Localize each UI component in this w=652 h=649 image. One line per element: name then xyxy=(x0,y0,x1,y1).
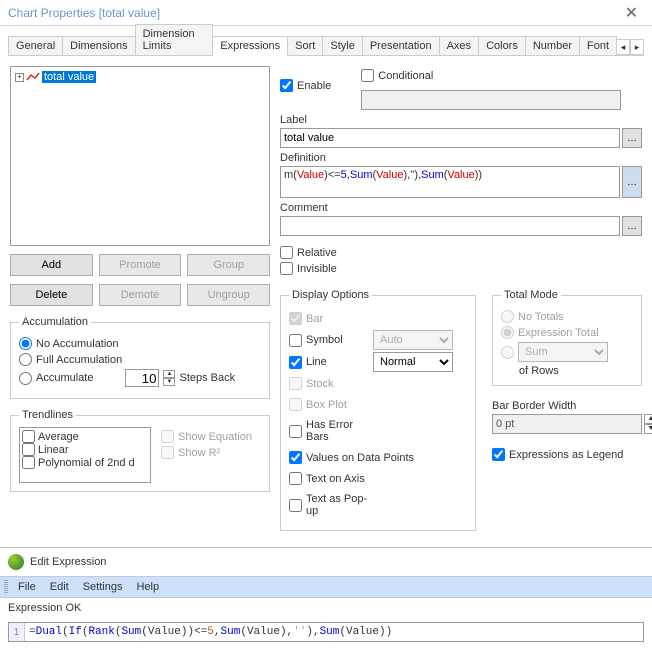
check-text-popup[interactable]: Text as Pop-up xyxy=(289,493,369,517)
label-label: Label xyxy=(280,114,642,126)
expand-icon[interactable]: + xyxy=(15,73,24,82)
accumulation-group: Accumulation No Accumulation Full Accumu… xyxy=(10,316,270,399)
trend-average[interactable]: Average xyxy=(22,430,148,443)
definition-input[interactable]: m(Value)<=5,Sum(Value),''),Sum(Value)) xyxy=(280,166,620,198)
add-button[interactable]: Add xyxy=(10,254,93,276)
bar-border-label: Bar Border Width xyxy=(492,400,642,412)
check-bar: Bar xyxy=(289,312,369,325)
menu-settings[interactable]: Settings xyxy=(83,581,123,593)
trendlines-legend: Trendlines xyxy=(19,409,76,421)
steps-up-icon[interactable]: ▲ xyxy=(163,370,175,378)
check-line[interactable]: Line xyxy=(289,356,369,369)
tab-number[interactable]: Number xyxy=(525,36,580,55)
check-box-plot: Box Plot xyxy=(289,398,369,411)
menu-help[interactable]: Help xyxy=(136,581,159,593)
radio-sum-rows xyxy=(501,346,514,359)
definition-edit-button[interactable]: … xyxy=(622,166,642,198)
line-number: 1 xyxy=(9,623,25,641)
radio-accumulate[interactable]: Accumulate xyxy=(19,372,93,385)
label-input[interactable] xyxy=(280,128,620,148)
total-func-select: Sum xyxy=(518,342,608,362)
expression-tree[interactable]: + total value xyxy=(10,66,270,246)
tab-bar: General Dimensions Dimension Limits Expr… xyxy=(8,34,644,56)
trendlines-list[interactable]: Average Linear Polynomial of 2nd d xyxy=(19,427,151,483)
expression-code[interactable]: =Dual(If(Rank(Sum(Value))<=5,Sum(Value),… xyxy=(25,626,396,638)
check-relative[interactable]: Relative xyxy=(280,246,642,259)
tab-expressions[interactable]: Expressions xyxy=(212,36,288,56)
menu-edit[interactable]: Edit xyxy=(50,581,69,593)
tab-scroll-left-icon[interactable]: ◂ xyxy=(616,39,630,55)
tab-axes[interactable]: Axes xyxy=(439,36,479,55)
radio-full-accum[interactable]: Full Accumulation xyxy=(19,353,261,366)
check-show-r2: Show R² xyxy=(161,446,261,459)
tab-general[interactable]: General xyxy=(8,36,63,55)
steps-down-icon[interactable]: ▼ xyxy=(163,378,175,386)
chart-icon xyxy=(26,72,40,82)
tab-style[interactable]: Style xyxy=(322,36,362,55)
total-mode-group: Total Mode No Totals Expression Total Su… xyxy=(492,289,642,386)
check-symbol[interactable]: Symbol xyxy=(289,334,369,347)
check-show-equation: Show Equation xyxy=(161,430,261,443)
of-rows-label: of Rows xyxy=(519,365,633,377)
check-text-axis[interactable]: Text on Axis xyxy=(289,472,369,485)
trend-poly[interactable]: Polynomial of 2nd d xyxy=(22,456,148,469)
bar-border-input xyxy=(492,414,642,434)
check-invisible[interactable]: Invisible xyxy=(280,262,642,275)
window-title: Chart Properties [total value] xyxy=(8,6,619,20)
app-icon xyxy=(8,554,24,570)
tab-dimensions[interactable]: Dimensions xyxy=(62,36,135,55)
ungroup-button: Ungroup xyxy=(187,284,270,306)
delete-button[interactable]: Delete xyxy=(10,284,93,306)
total-mode-legend: Total Mode xyxy=(501,289,561,301)
expression-status: Expression OK xyxy=(0,598,652,618)
border-up-icon: ▲ xyxy=(644,414,652,424)
expression-editor[interactable]: 1 =Dual(If(Rank(Sum(Value))<=5,Sum(Value… xyxy=(8,622,644,642)
comment-input[interactable] xyxy=(280,216,620,236)
check-error-bars[interactable]: Has Error Bars xyxy=(289,419,369,443)
check-values-on-points[interactable]: Values on Data Points xyxy=(289,451,449,464)
tab-presentation[interactable]: Presentation xyxy=(362,36,440,55)
tab-dim-limits[interactable]: Dimension Limits xyxy=(135,24,214,55)
check-enable[interactable]: Enable xyxy=(280,69,331,102)
label-edit-button[interactable]: … xyxy=(622,128,642,148)
definition-label: Definition xyxy=(280,152,642,164)
trendlines-group: Trendlines Average Linear Polynomial of … xyxy=(10,409,270,492)
editor-title: Edit Expression xyxy=(30,556,106,568)
editor-menubar: File Edit Settings Help xyxy=(0,576,652,598)
line-select[interactable]: Normal xyxy=(373,352,453,372)
display-options-group: Display Options Bar Symbol Auto Line Norma… xyxy=(280,289,476,531)
radio-no-totals: No Totals xyxy=(501,310,633,323)
tab-colors[interactable]: Colors xyxy=(478,36,526,55)
steps-label: Steps Back xyxy=(179,372,235,384)
check-conditional[interactable]: Conditional xyxy=(361,69,621,82)
radio-no-accum[interactable]: No Accumulation xyxy=(19,337,261,350)
comment-label: Comment xyxy=(280,202,642,214)
tree-item-label: total value xyxy=(42,71,96,83)
steps-stepper[interactable] xyxy=(125,369,159,387)
check-stock: Stock xyxy=(289,377,369,390)
symbol-select: Auto xyxy=(373,330,453,350)
close-icon[interactable]: ✕ xyxy=(619,3,644,23)
group-button: Group xyxy=(187,254,270,276)
conditional-input xyxy=(361,90,621,110)
tab-font[interactable]: Font xyxy=(579,36,617,55)
display-legend: Display Options xyxy=(289,289,372,301)
tab-scroll-right-icon[interactable]: ▸ xyxy=(630,39,644,55)
tab-sort[interactable]: Sort xyxy=(287,36,323,55)
menu-file[interactable]: File xyxy=(18,581,36,593)
radio-expr-total: Expression Total xyxy=(501,326,633,339)
demote-button: Demote xyxy=(99,284,182,306)
promote-button: Promote xyxy=(99,254,182,276)
border-down-icon: ▼ xyxy=(644,424,652,434)
tree-item[interactable]: + total value xyxy=(15,71,265,83)
trend-linear[interactable]: Linear xyxy=(22,443,148,456)
comment-edit-button[interactable]: … xyxy=(622,216,642,236)
accumulation-legend: Accumulation xyxy=(19,316,91,328)
check-expr-legend[interactable]: Expressions as Legend xyxy=(492,448,642,461)
